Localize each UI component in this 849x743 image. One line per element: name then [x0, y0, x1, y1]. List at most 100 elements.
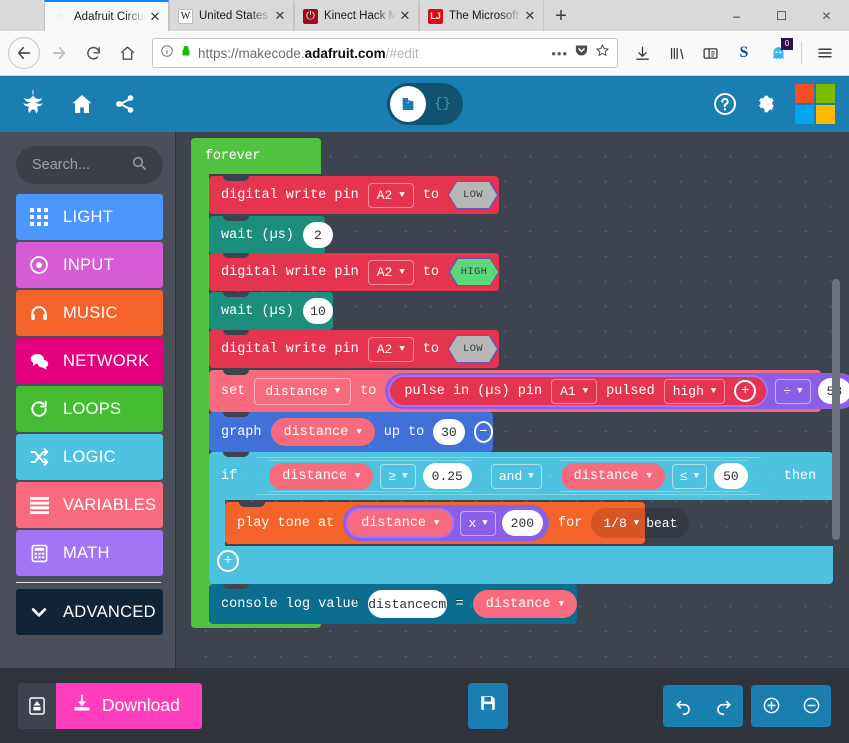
pulse-pin-dropdown[interactable]: A1 ▼: [551, 378, 598, 404]
block-set-variable[interactable]: set distance▼ to pulse in (µs) pin A1▼: [209, 370, 849, 412]
boolean-operator-dropdown[interactable]: and ▼: [491, 464, 542, 489]
wait-value-input[interactable]: 10: [302, 298, 333, 324]
adafruit-logo-icon[interactable]: [16, 87, 50, 121]
toggle-low-state[interactable]: LOW: [449, 336, 497, 362]
add-branch-icon[interactable]: +: [217, 550, 239, 572]
block-if-then[interactable]: if distance ▼ ≥ ▼ 0.25 and ▼ distance ▼ …: [209, 452, 833, 584]
graph-variable-field[interactable]: distance ▼: [270, 418, 375, 446]
block-console-log[interactable]: console log value " distancecm " = dista…: [209, 584, 577, 624]
sidebar-item-advanced[interactable]: ADVANCED: [16, 589, 163, 635]
pocket-icon[interactable]: [574, 43, 589, 63]
pin-dropdown[interactable]: A2 ▼: [367, 259, 414, 285]
block-divide[interactable]: pulse in (µs) pin A1 ▼ pulsed high ▼ + ÷ ▼: [385, 373, 849, 409]
condition-left-value[interactable]: 0.25: [423, 463, 472, 489]
block-digital-write-1[interactable]: digital write pin A2 ▼ to LOW: [209, 176, 499, 214]
blocks-workspace[interactable]: forever digital write pin A2 ▼ to LOW wa…: [187, 132, 849, 668]
close-icon[interactable]: ✕: [521, 7, 539, 25]
device-icon[interactable]: [18, 682, 56, 729]
new-tab-button[interactable]: +: [544, 1, 578, 31]
reload-button[interactable]: [76, 36, 110, 70]
browser-tab-1[interactable]: W United States v. M ✕: [169, 1, 294, 31]
search-input[interactable]: Search...: [16, 146, 163, 184]
sidebar-item-variables[interactable]: VARIABLES: [16, 482, 163, 528]
javascript-toggle-label[interactable]: {}: [426, 96, 460, 112]
tone-variable-field[interactable]: distance ▼: [346, 508, 455, 538]
forward-button[interactable]: [42, 36, 76, 70]
zoom-in-icon[interactable]: [751, 685, 791, 727]
gear-icon[interactable]: [755, 93, 777, 115]
digital-value-toggle[interactable]: LOW: [448, 181, 499, 209]
divide-operator-dropdown[interactable]: ÷ ▼: [775, 378, 811, 404]
magnifier-icon[interactable]: [131, 155, 147, 176]
sidebar-item-math[interactable]: MATH: [16, 530, 163, 576]
pin-dropdown[interactable]: A2 ▼: [367, 182, 414, 208]
home-icon[interactable]: [70, 92, 94, 116]
undo-icon[interactable]: [663, 685, 703, 727]
download-button[interactable]: Download: [56, 682, 202, 729]
expand-plus-icon[interactable]: +: [734, 380, 757, 402]
minimize-button[interactable]: –: [714, 0, 759, 31]
collapse-minus-icon[interactable]: −: [473, 421, 493, 443]
block-play-tone[interactable]: play tone at distance ▼ x ▼ 200 for 1/8 …: [225, 502, 690, 544]
block-and[interactable]: distance ▼ ≥ ▼ 0.25 and ▼ distance ▼ ≤ ▼…: [245, 457, 772, 495]
condition-right-variable[interactable]: distance ▼: [561, 463, 665, 490]
maximize-button[interactable]: ☐: [759, 0, 804, 31]
bookmark-star-icon[interactable]: [595, 43, 610, 63]
save-button[interactable]: [468, 682, 508, 729]
browser-tab-3[interactable]: LJ The Microsoft FUD ✕: [419, 1, 544, 31]
block-multiply[interactable]: distance ▼ x ▼ 200: [343, 505, 550, 541]
sidebar-item-network[interactable]: NETWORK: [16, 338, 163, 384]
browser-tab-0[interactable]: Adafruit Circuit Pl ✕: [44, 0, 169, 31]
block-wait-2[interactable]: wait (µs) 10: [209, 292, 333, 330]
sidebar-item-music[interactable]: MUSIC: [16, 290, 163, 336]
url-text[interactable]: https://makecode.adafruit.com/#edit: [198, 46, 545, 61]
back-button[interactable]: [8, 37, 40, 69]
variable-dropdown[interactable]: distance ▼: [254, 377, 352, 405]
sidebar-item-logic[interactable]: LOGIC: [16, 434, 163, 480]
page-info-icon[interactable]: [160, 44, 174, 63]
condition-right-value[interactable]: 50: [714, 463, 748, 489]
share-icon[interactable]: [114, 93, 136, 115]
multiplier-input[interactable]: 200: [501, 510, 544, 536]
block-wait-1[interactable]: wait (µs) 2: [209, 216, 333, 254]
help-icon[interactable]: [713, 92, 737, 116]
condition-right-operator[interactable]: ≤ ▼: [672, 464, 707, 489]
condition-left-operator[interactable]: ≥ ▼: [380, 464, 415, 489]
ghostery-icon[interactable]: 0: [762, 37, 794, 69]
block-pulse-in[interactable]: pulse in (µs) pin A1 ▼ pulsed high ▼ +: [388, 375, 769, 407]
log-text-input[interactable]: " distancecm ": [353, 590, 462, 618]
block-graph[interactable]: graph distance ▼ up to 30 −: [209, 412, 493, 452]
downloads-icon[interactable]: [626, 37, 658, 69]
toggle-low-state[interactable]: LOW: [449, 182, 497, 208]
graph-max-input[interactable]: 30: [433, 419, 465, 445]
block-compare-right[interactable]: distance ▼ ≤ ▼ 50: [550, 460, 759, 492]
log-variable-field[interactable]: distance ▼: [472, 590, 577, 618]
digital-value-toggle[interactable]: HIGH: [448, 258, 499, 286]
multiply-operator-dropdown[interactable]: x ▼: [460, 510, 496, 536]
close-icon[interactable]: ✕: [146, 8, 164, 26]
sidebar-icon[interactable]: [694, 37, 726, 69]
toggle-high-state[interactable]: HIGH: [450, 259, 498, 285]
block-digital-write-3[interactable]: digital write pin A2 ▼ to LOW: [209, 330, 499, 368]
sidebar-item-input[interactable]: INPUT: [16, 242, 163, 288]
home-button[interactable]: [110, 36, 144, 70]
block-digital-write-2[interactable]: digital write pin A2 ▼ to HIGH: [209, 253, 499, 291]
blocks-icon[interactable]: [389, 86, 426, 122]
block-compare-left[interactable]: distance ▼ ≥ ▼ 0.25: [258, 460, 483, 492]
skype-icon[interactable]: S: [728, 37, 760, 69]
url-bar[interactable]: https://makecode.adafruit.com/#edit •••: [152, 38, 618, 68]
close-icon[interactable]: ✕: [396, 7, 414, 25]
pulse-level-dropdown[interactable]: high ▼: [663, 378, 726, 404]
sidebar-item-loops[interactable]: LOOPS: [16, 386, 163, 432]
pin-dropdown[interactable]: A2 ▼: [367, 336, 414, 362]
window-close-button[interactable]: ✕: [804, 0, 849, 31]
condition-left-variable[interactable]: distance ▼: [269, 463, 373, 490]
browser-tab-2[interactable]: ⏻ Kinect Hack Make ✕: [294, 1, 419, 31]
close-icon[interactable]: ✕: [271, 7, 289, 25]
beat-dropdown[interactable]: 1/8 ▼ beat: [591, 508, 690, 538]
microsoft-logo-icon[interactable]: [795, 84, 835, 124]
wait-value-input[interactable]: 2: [302, 222, 333, 248]
workspace-scrollbar[interactable]: [832, 279, 840, 540]
sidebar-item-light[interactable]: LIGHT: [16, 194, 163, 240]
library-icon[interactable]: [660, 37, 692, 69]
